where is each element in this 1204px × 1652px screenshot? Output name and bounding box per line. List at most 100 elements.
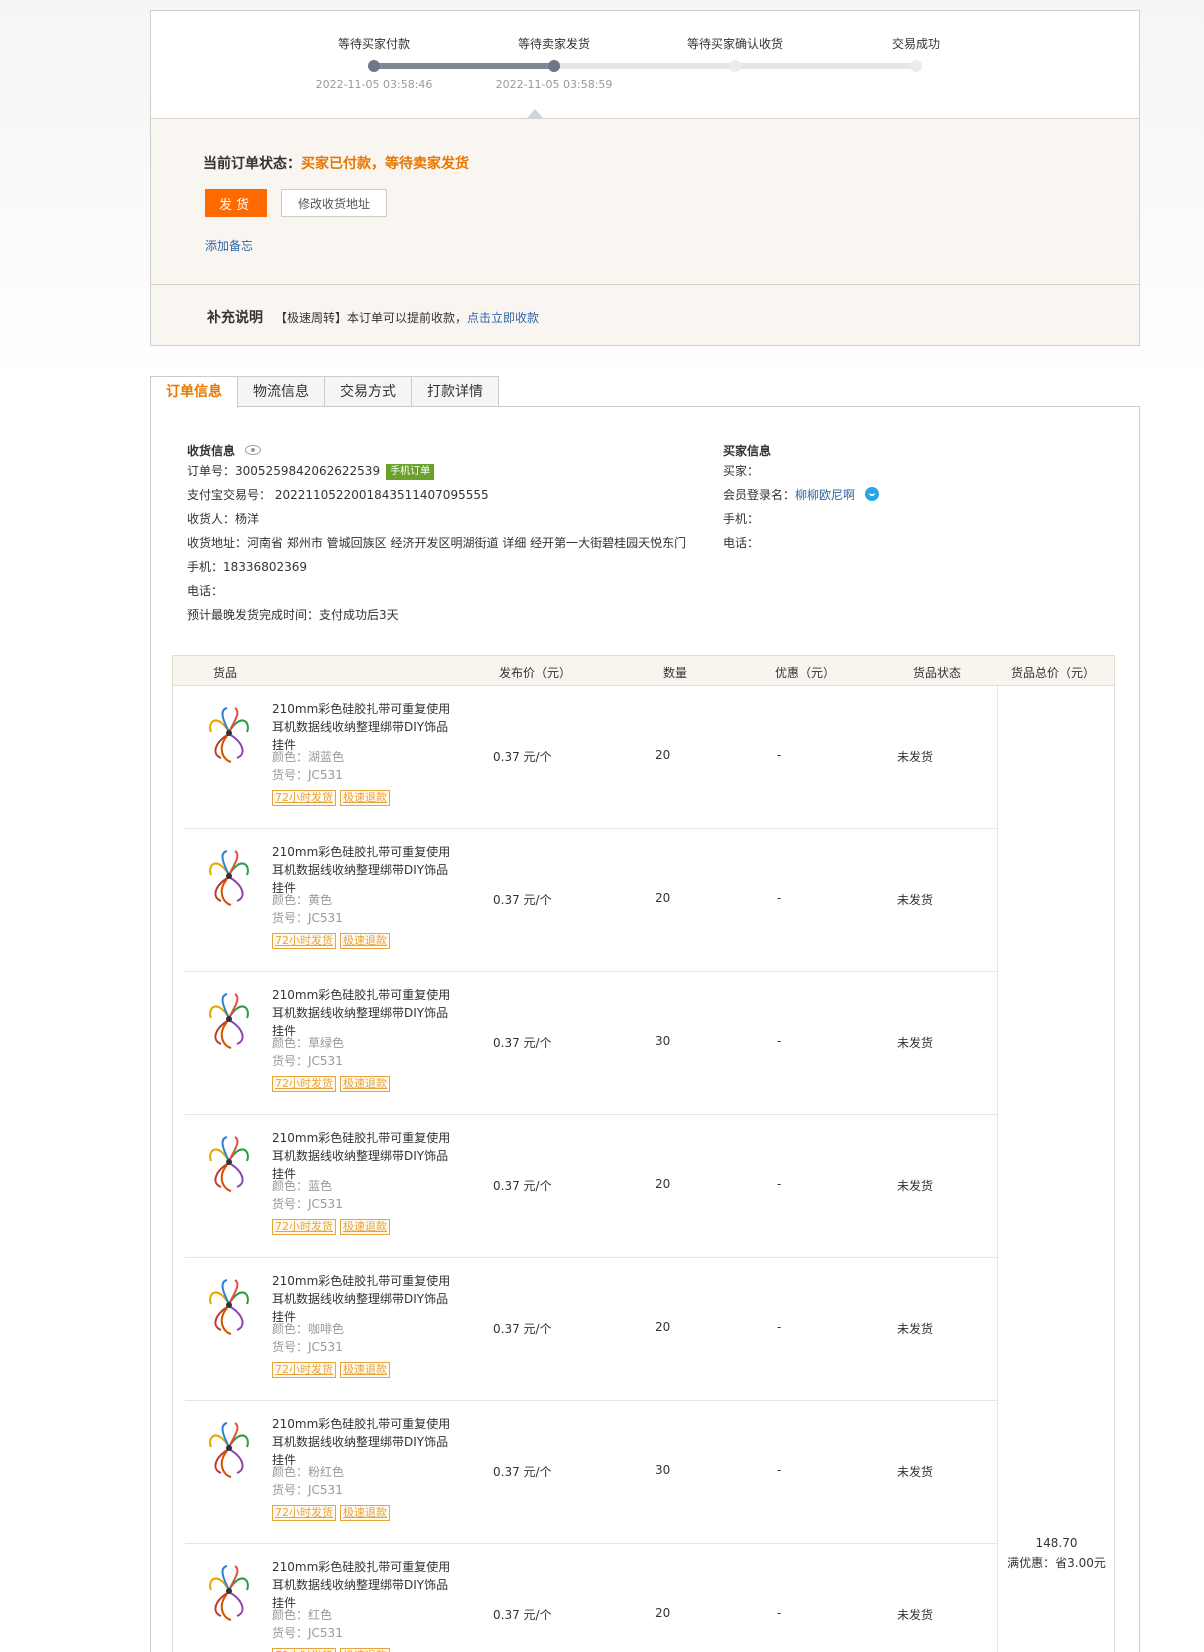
product-thumbnail[interactable] [197,845,261,909]
product-title[interactable]: 210mm彩色硅胶扎带可重复使用耳机数据线收纳整理绑带DIY饰品挂件 [272,1129,452,1183]
tab-trade-method[interactable]: 交易方式 [324,376,412,407]
product-qty: 20 [655,1606,671,1620]
product-title[interactable]: 210mm彩色硅胶扎带可重复使用耳机数据线收纳整理绑带DIY饰品挂件 [272,1415,452,1469]
address-row: 收货地址：河南省 郑州市 管城回族区 经济开发区明湖街道 详细 经开第一大街碧桂… [187,531,707,555]
cable-tie-image [209,1422,249,1478]
buyer-phone-label: 手机： [723,512,760,526]
product-title[interactable]: 210mm彩色硅胶扎带可重复使用耳机数据线收纳整理绑带DIY饰品挂件 [272,986,452,1040]
receiver-label: 收货人： [187,512,236,526]
product-sku: 货号：JC531 [272,1054,343,1068]
product-title[interactable]: 210mm彩色硅胶扎带可重复使用耳机数据线收纳整理绑带DIY饰品挂件 [272,1272,452,1326]
step-dot-success [910,60,922,72]
badge-fast-refund[interactable]: 极速退款 [340,790,390,806]
member-row: 会员登录名：柳柳欧尼啊 [723,483,1023,507]
alipay-no: 2022110522001843511407095555 [274,488,489,502]
detail-tabs: 订单信息 物流信息 交易方式 打款详情 [150,376,499,408]
current-step-pointer [526,109,544,119]
eye-icon[interactable] [245,445,262,455]
goods-row: 210mm彩色硅胶扎带可重复使用耳机数据线收纳整理绑带DIY饰品挂件 颜色：蓝色… [185,1115,997,1258]
product-price: 0.37 元/个 [493,750,552,764]
goods-row: 210mm彩色硅胶扎带可重复使用耳机数据线收纳整理绑带DIY饰品挂件 颜色：粉红… [185,1401,997,1544]
badge-72h-ship[interactable]: 72小时发货 [272,1648,336,1652]
ship-button[interactable]: 发货 [205,189,267,217]
supplement-text-line: 【极速周转】本订单可以提前收款，点击立即收款 [275,309,539,326]
product-title[interactable]: 210mm彩色硅胶扎带可重复使用耳机数据线收纳整理绑带DIY饰品挂件 [272,843,452,897]
current-state-line: 当前订单状态：买家已付款，等待卖家发货 [203,153,469,173]
product-discount: - [777,1320,782,1334]
order-status-panel: 等待买家付款 等待卖家发货 等待买家确认收货 交易成功 2022-11-05 0… [150,10,1140,346]
step-dot-confirm [729,60,741,72]
step-label-confirm: 等待买家确认收货 [686,37,783,51]
product-status: 未发货 [897,1465,934,1479]
step-time-ship: 2022-11-05 03:58:59 [495,78,613,91]
header-price: 发布价（元） [499,666,572,680]
tab-payment-details[interactable]: 打款详情 [411,376,499,407]
receive-info-title-row: 收货信息 [187,441,707,459]
receive-info-title: 收货信息 [187,443,236,458]
badge-fast-refund[interactable]: 极速退款 [340,1219,390,1235]
product-title[interactable]: 210mm彩色硅胶扎带可重复使用耳机数据线收纳整理绑带DIY饰品挂件 [272,1558,452,1612]
address-value: 河南省 郑州市 管城回族区 经济开发区明湖街道 详细 经开第一大街碧桂园天悦东门 [247,536,687,550]
badge-72h-ship[interactable]: 72小时发货 [272,933,336,949]
product-qty: 30 [655,1034,671,1048]
phone-value: 18336802369 [223,560,307,574]
product-sku: 货号：JC531 [272,911,343,925]
product-status: 未发货 [897,1608,934,1622]
product-color: 颜色：粉红色 [272,1465,345,1479]
ship-deadline-label: 预计最晚发货完成时间： [187,608,320,622]
product-qty: 20 [655,1320,671,1334]
buyer-info: 买家信息 买家： 会员登录名：柳柳欧尼啊 手机： 电话： [723,441,1023,555]
product-sku: 货号：JC531 [272,1626,343,1640]
supplement-section: 补充说明 【极速周转】本订单可以提前收款，点击立即收款 [151,285,1139,345]
badge-72h-ship[interactable]: 72小时发货 [272,1076,336,1092]
buyer-tel-label: 电话： [723,536,760,550]
badge-fast-refund[interactable]: 极速退款 [340,1505,390,1521]
product-thumbnail[interactable] [197,702,261,766]
order-no-label: 订单号： [187,464,236,478]
ship-deadline-value: 支付成功后3天 [319,608,399,622]
badge-72h-ship[interactable]: 72小时发货 [272,1505,336,1521]
product-discount: - [777,1177,782,1191]
goods-row: 210mm彩色硅胶扎带可重复使用耳机数据线收纳整理绑带DIY饰品挂件 颜色：红色… [185,1544,997,1652]
product-color: 颜色：湖蓝色 [272,750,345,764]
chat-icon[interactable] [865,487,880,501]
phone-row: 手机：18336802369 [187,555,707,579]
header-status: 货品状态 [913,666,962,680]
service-badges: 72小时发货 极速退款 [272,1648,390,1652]
collect-now-link[interactable]: 点击立即收款 [467,311,539,325]
modify-address-button[interactable]: 修改收货地址 [281,189,387,217]
product-thumbnail[interactable] [197,1417,261,1481]
product-thumbnail[interactable] [197,1274,261,1338]
product-sku: 货号：JC531 [272,1197,343,1211]
product-discount: - [777,1034,782,1048]
badge-fast-refund[interactable]: 极速退款 [340,1076,390,1092]
cable-tie-image [209,1279,249,1335]
product-title[interactable]: 210mm彩色硅胶扎带可重复使用耳机数据线收纳整理绑带DIY饰品挂件 [272,700,452,754]
badge-72h-ship[interactable]: 72小时发货 [272,790,336,806]
badge-fast-refund[interactable]: 极速退款 [340,1648,390,1652]
product-thumbnail[interactable] [197,1560,261,1624]
member-link[interactable]: 柳柳欧尼啊 [795,488,855,502]
product-status: 未发货 [897,893,934,907]
current-state-box: 当前订单状态：买家已付款，等待卖家发货 发货 修改收货地址 添加备忘 [151,119,1139,285]
receiver-row: 收货人：杨洋 [187,507,707,531]
product-status: 未发货 [897,1179,934,1193]
badge-fast-refund[interactable]: 极速退款 [340,933,390,949]
tab-logistics[interactable]: 物流信息 [237,376,325,407]
product-discount: - [777,1463,782,1477]
goods-row: 210mm彩色硅胶扎带可重复使用耳机数据线收纳整理绑带DIY饰品挂件 颜色：湖蓝… [185,686,997,829]
buyer-row: 买家： [723,459,1023,483]
buyer-label: 买家： [723,464,760,478]
current-state-value: 买家已付款，等待卖家发货 [301,156,469,172]
product-thumbnail[interactable] [197,1131,261,1195]
cable-tie-image [209,707,249,763]
product-qty: 20 [655,891,671,905]
step-label-ship: 等待卖家发货 [517,37,590,51]
tab-order-info[interactable]: 订单信息 [150,376,238,408]
product-thumbnail[interactable] [197,988,261,1052]
badge-72h-ship[interactable]: 72小时发货 [272,1362,336,1378]
goods-table: 货品 发布价（元） 数量 优惠（元） 货品状态 货品总价（元） 148.70 满… [172,655,1115,1652]
add-note-link[interactable]: 添加备忘 [205,237,253,254]
badge-fast-refund[interactable]: 极速退款 [340,1362,390,1378]
badge-72h-ship[interactable]: 72小时发货 [272,1219,336,1235]
